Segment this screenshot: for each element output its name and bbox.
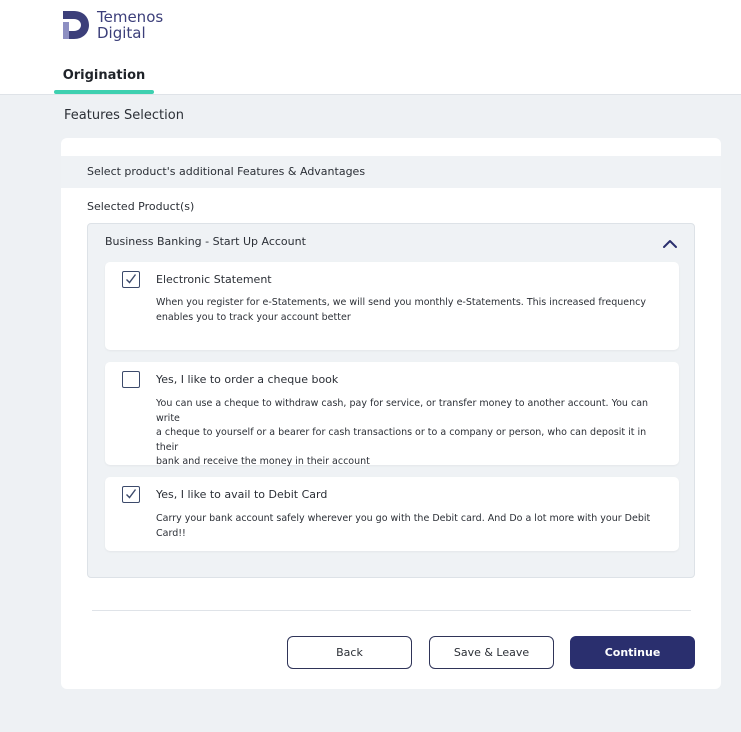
feature-title: Yes, I like to avail to Debit Card	[156, 488, 328, 501]
brand-line-2: Digital	[97, 24, 146, 42]
actions-divider	[92, 610, 691, 611]
feature-desc-line: You can use a cheque to withdraw cash, p…	[156, 398, 649, 424]
feature-description: Carry your bank account safely wherever …	[156, 512, 676, 541]
chevron-up-icon[interactable]	[662, 238, 678, 250]
back-button[interactable]: Back	[287, 636, 412, 669]
checkmark-icon	[126, 489, 137, 499]
feature-debit-card: Yes, I like to avail to Debit Card Carry…	[105, 477, 679, 551]
feature-desc-line: enables you to track your account better	[156, 311, 351, 323]
feature-description: You can use a cheque to withdraw cash, p…	[156, 397, 656, 470]
temenos-logo-icon	[63, 11, 89, 39]
temenos-logo[interactable]: Temenos Digital	[61, 8, 163, 42]
product-accordion: Business Banking - Start Up Account Elec…	[87, 223, 695, 578]
product-name[interactable]: Business Banking - Start Up Account	[105, 235, 306, 248]
card-subheader: Select product's additional Features & A…	[61, 156, 721, 188]
feature-desc-line: bank and receive the money in their acco…	[156, 456, 370, 467]
save-and-leave-button[interactable]: Save & Leave	[429, 636, 554, 669]
electronic-statement-checkbox[interactable]	[122, 271, 140, 288]
feature-cheque-book: Yes, I like to order a cheque book You c…	[105, 362, 679, 467]
checkmark-icon	[126, 274, 137, 284]
active-tab-indicator	[54, 90, 154, 94]
features-card: Select product's additional Features & A…	[61, 138, 721, 689]
cheque-book-checkbox[interactable]	[122, 371, 140, 388]
brand-line-1: Temenos	[97, 8, 164, 26]
feature-description: When you register for e-Statements, we w…	[156, 296, 656, 325]
feature-title: Yes, I like to order a cheque book	[156, 373, 339, 386]
feature-electronic-statement: Electronic Statement When you register f…	[105, 262, 679, 350]
selected-products-label: Selected Product(s)	[87, 200, 195, 213]
feature-title: Electronic Statement	[156, 273, 272, 286]
debit-card-checkbox[interactable]	[122, 486, 140, 503]
page-title: Features Selection	[64, 108, 184, 123]
card-subtitle: Select product's additional Features & A…	[87, 165, 366, 178]
continue-button[interactable]: Continue	[570, 636, 695, 669]
brand-name: Temenos Digital	[97, 9, 163, 41]
app-header: Temenos Digital Origination	[0, 0, 741, 95]
feature-desc-line: When you register for e-Statements, we w…	[156, 297, 646, 308]
feature-desc-line: Carry your bank account safely wherever …	[156, 513, 651, 539]
feature-desc-line: a cheque to yourself or a bearer for cas…	[156, 427, 647, 453]
